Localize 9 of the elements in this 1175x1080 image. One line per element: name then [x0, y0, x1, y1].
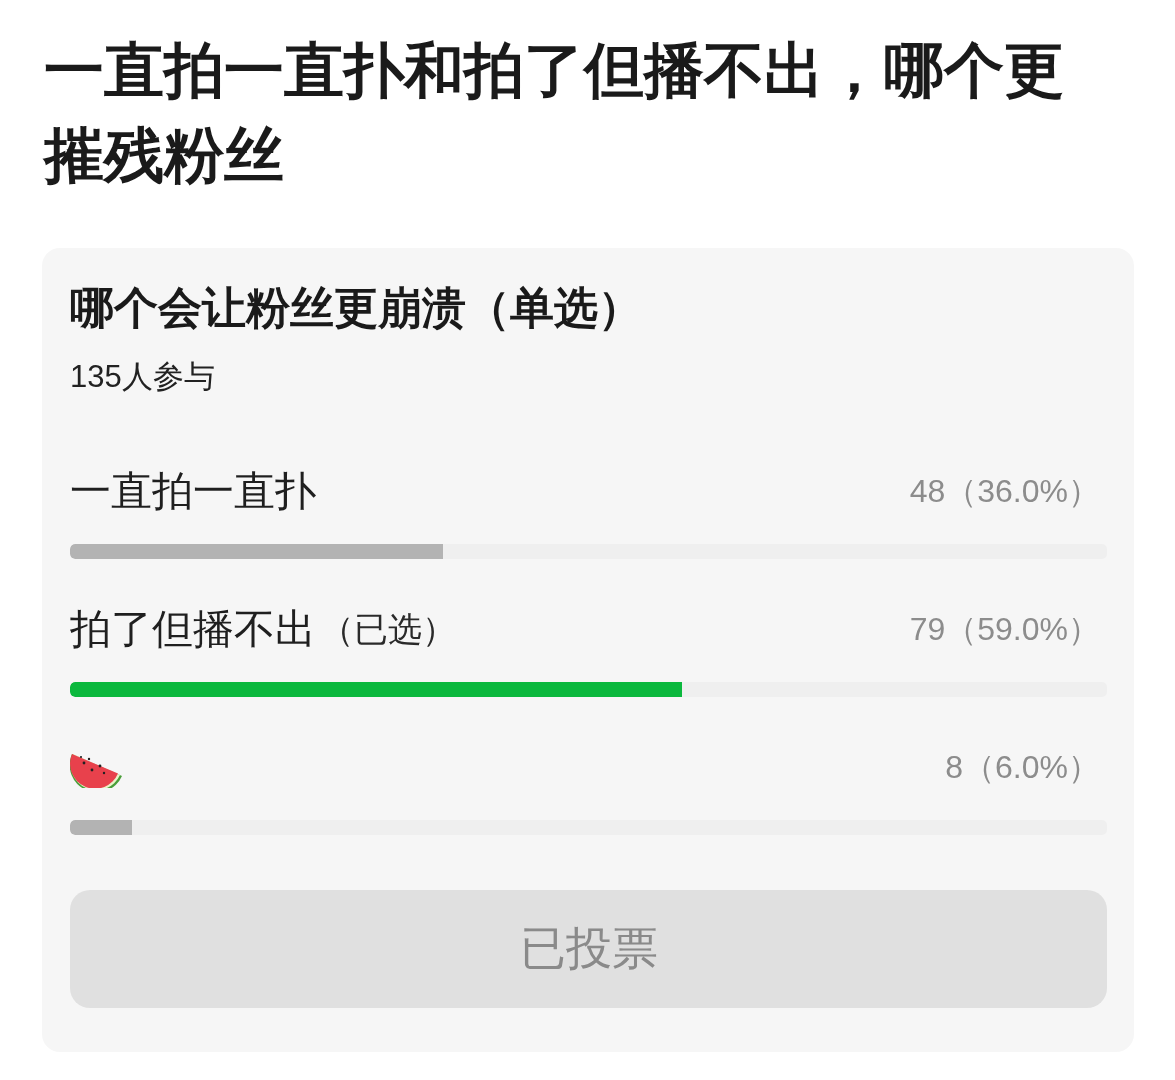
- vote-count: 79（59.0%）: [909, 610, 1100, 649]
- vote-count: 48（36.0%）: [909, 472, 1100, 511]
- option-label: 拍了但播不出: [70, 605, 316, 654]
- selected-note: （已选）: [320, 609, 456, 650]
- participant-count: 135人参与: [70, 358, 215, 396]
- vote-count: 8（6.0%）: [945, 748, 1100, 787]
- poll-question: 哪个会让粉丝更崩溃（单选）: [70, 282, 643, 334]
- option-label: 一直拍一直扑: [70, 467, 316, 516]
- page-title: 一直拍一直扑和拍了但播不出，哪个更摧残粉丝: [44, 36, 1065, 191]
